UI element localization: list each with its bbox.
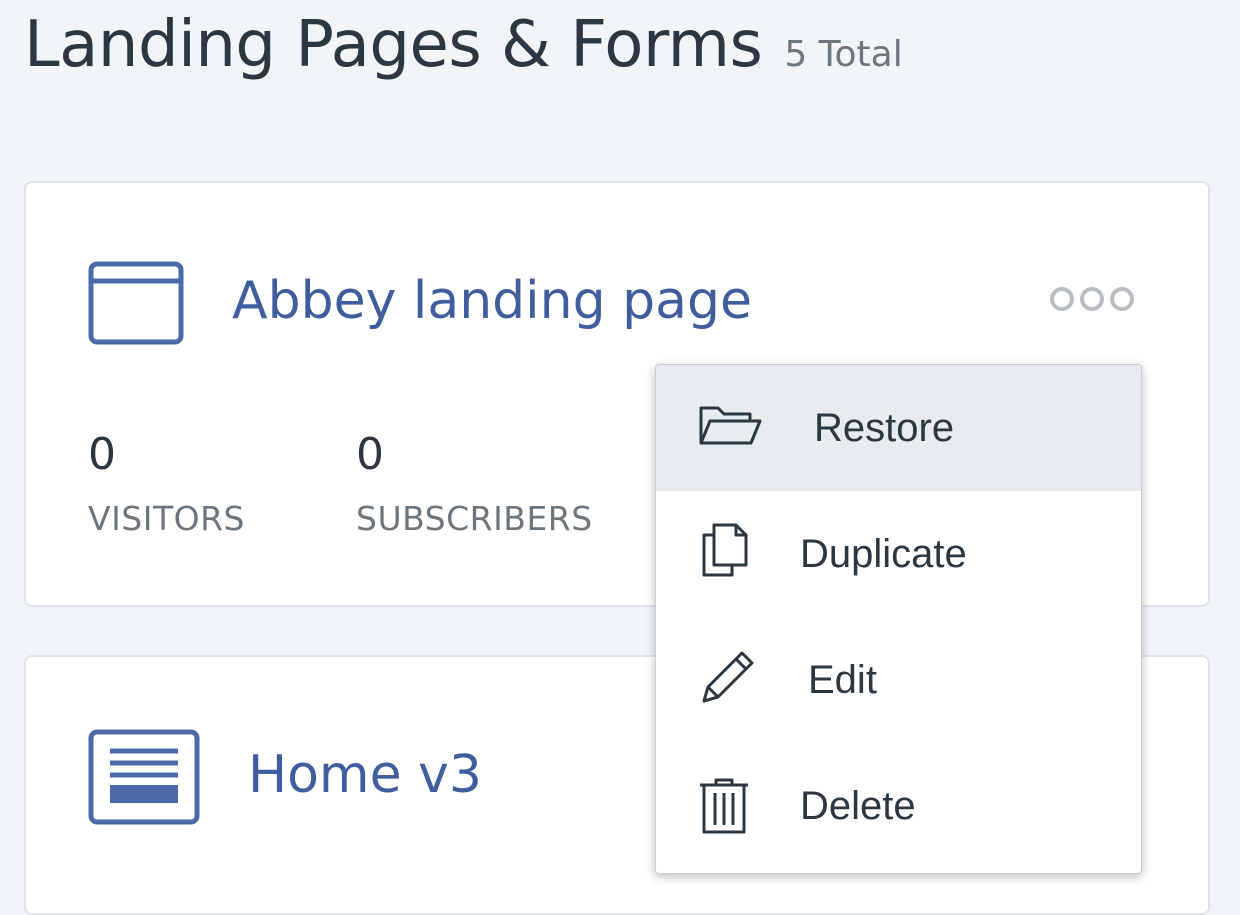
menu-item-label: Duplicate (800, 531, 967, 576)
visitors-label: VISITORS (88, 499, 245, 538)
page-layout-icon (88, 729, 200, 825)
options-dropdown-menu: Restore Duplicate Edit Delete (655, 364, 1142, 874)
menu-item-edit[interactable]: Edit (656, 617, 1141, 743)
browser-window-icon (88, 261, 184, 345)
duplicate-icon (702, 523, 748, 577)
more-options-button[interactable] (1050, 287, 1134, 311)
menu-item-label: Restore (814, 405, 955, 450)
subscribers-value: 0 (356, 429, 384, 480)
subscribers-label: SUBSCRIBERS (356, 499, 593, 538)
menu-item-label: Edit (808, 657, 877, 702)
dot-icon (1110, 287, 1134, 311)
menu-item-label: Delete (800, 783, 916, 828)
folder-open-icon (699, 406, 762, 445)
menu-item-restore[interactable]: Restore (656, 365, 1141, 491)
total-count: 5 Total (784, 34, 903, 75)
landing-page-title-link[interactable]: Abbey landing page (232, 271, 752, 331)
subscribers-stat: 0 SUBSCRIBERS (356, 429, 593, 539)
landing-page-title-link[interactable]: Home v3 (248, 745, 482, 805)
page-header: Landing Pages & Forms 5 Total (24, 8, 903, 82)
trash-icon (700, 778, 748, 834)
page-title: Landing Pages & Forms (24, 8, 763, 82)
visitors-stat: 0 VISITORS (88, 429, 245, 539)
pencil-icon (702, 651, 754, 703)
menu-item-duplicate[interactable]: Duplicate (656, 491, 1141, 617)
dot-icon (1080, 287, 1104, 311)
dot-icon (1050, 287, 1074, 311)
menu-item-delete[interactable]: Delete (656, 743, 1141, 869)
visitors-value: 0 (88, 429, 116, 480)
